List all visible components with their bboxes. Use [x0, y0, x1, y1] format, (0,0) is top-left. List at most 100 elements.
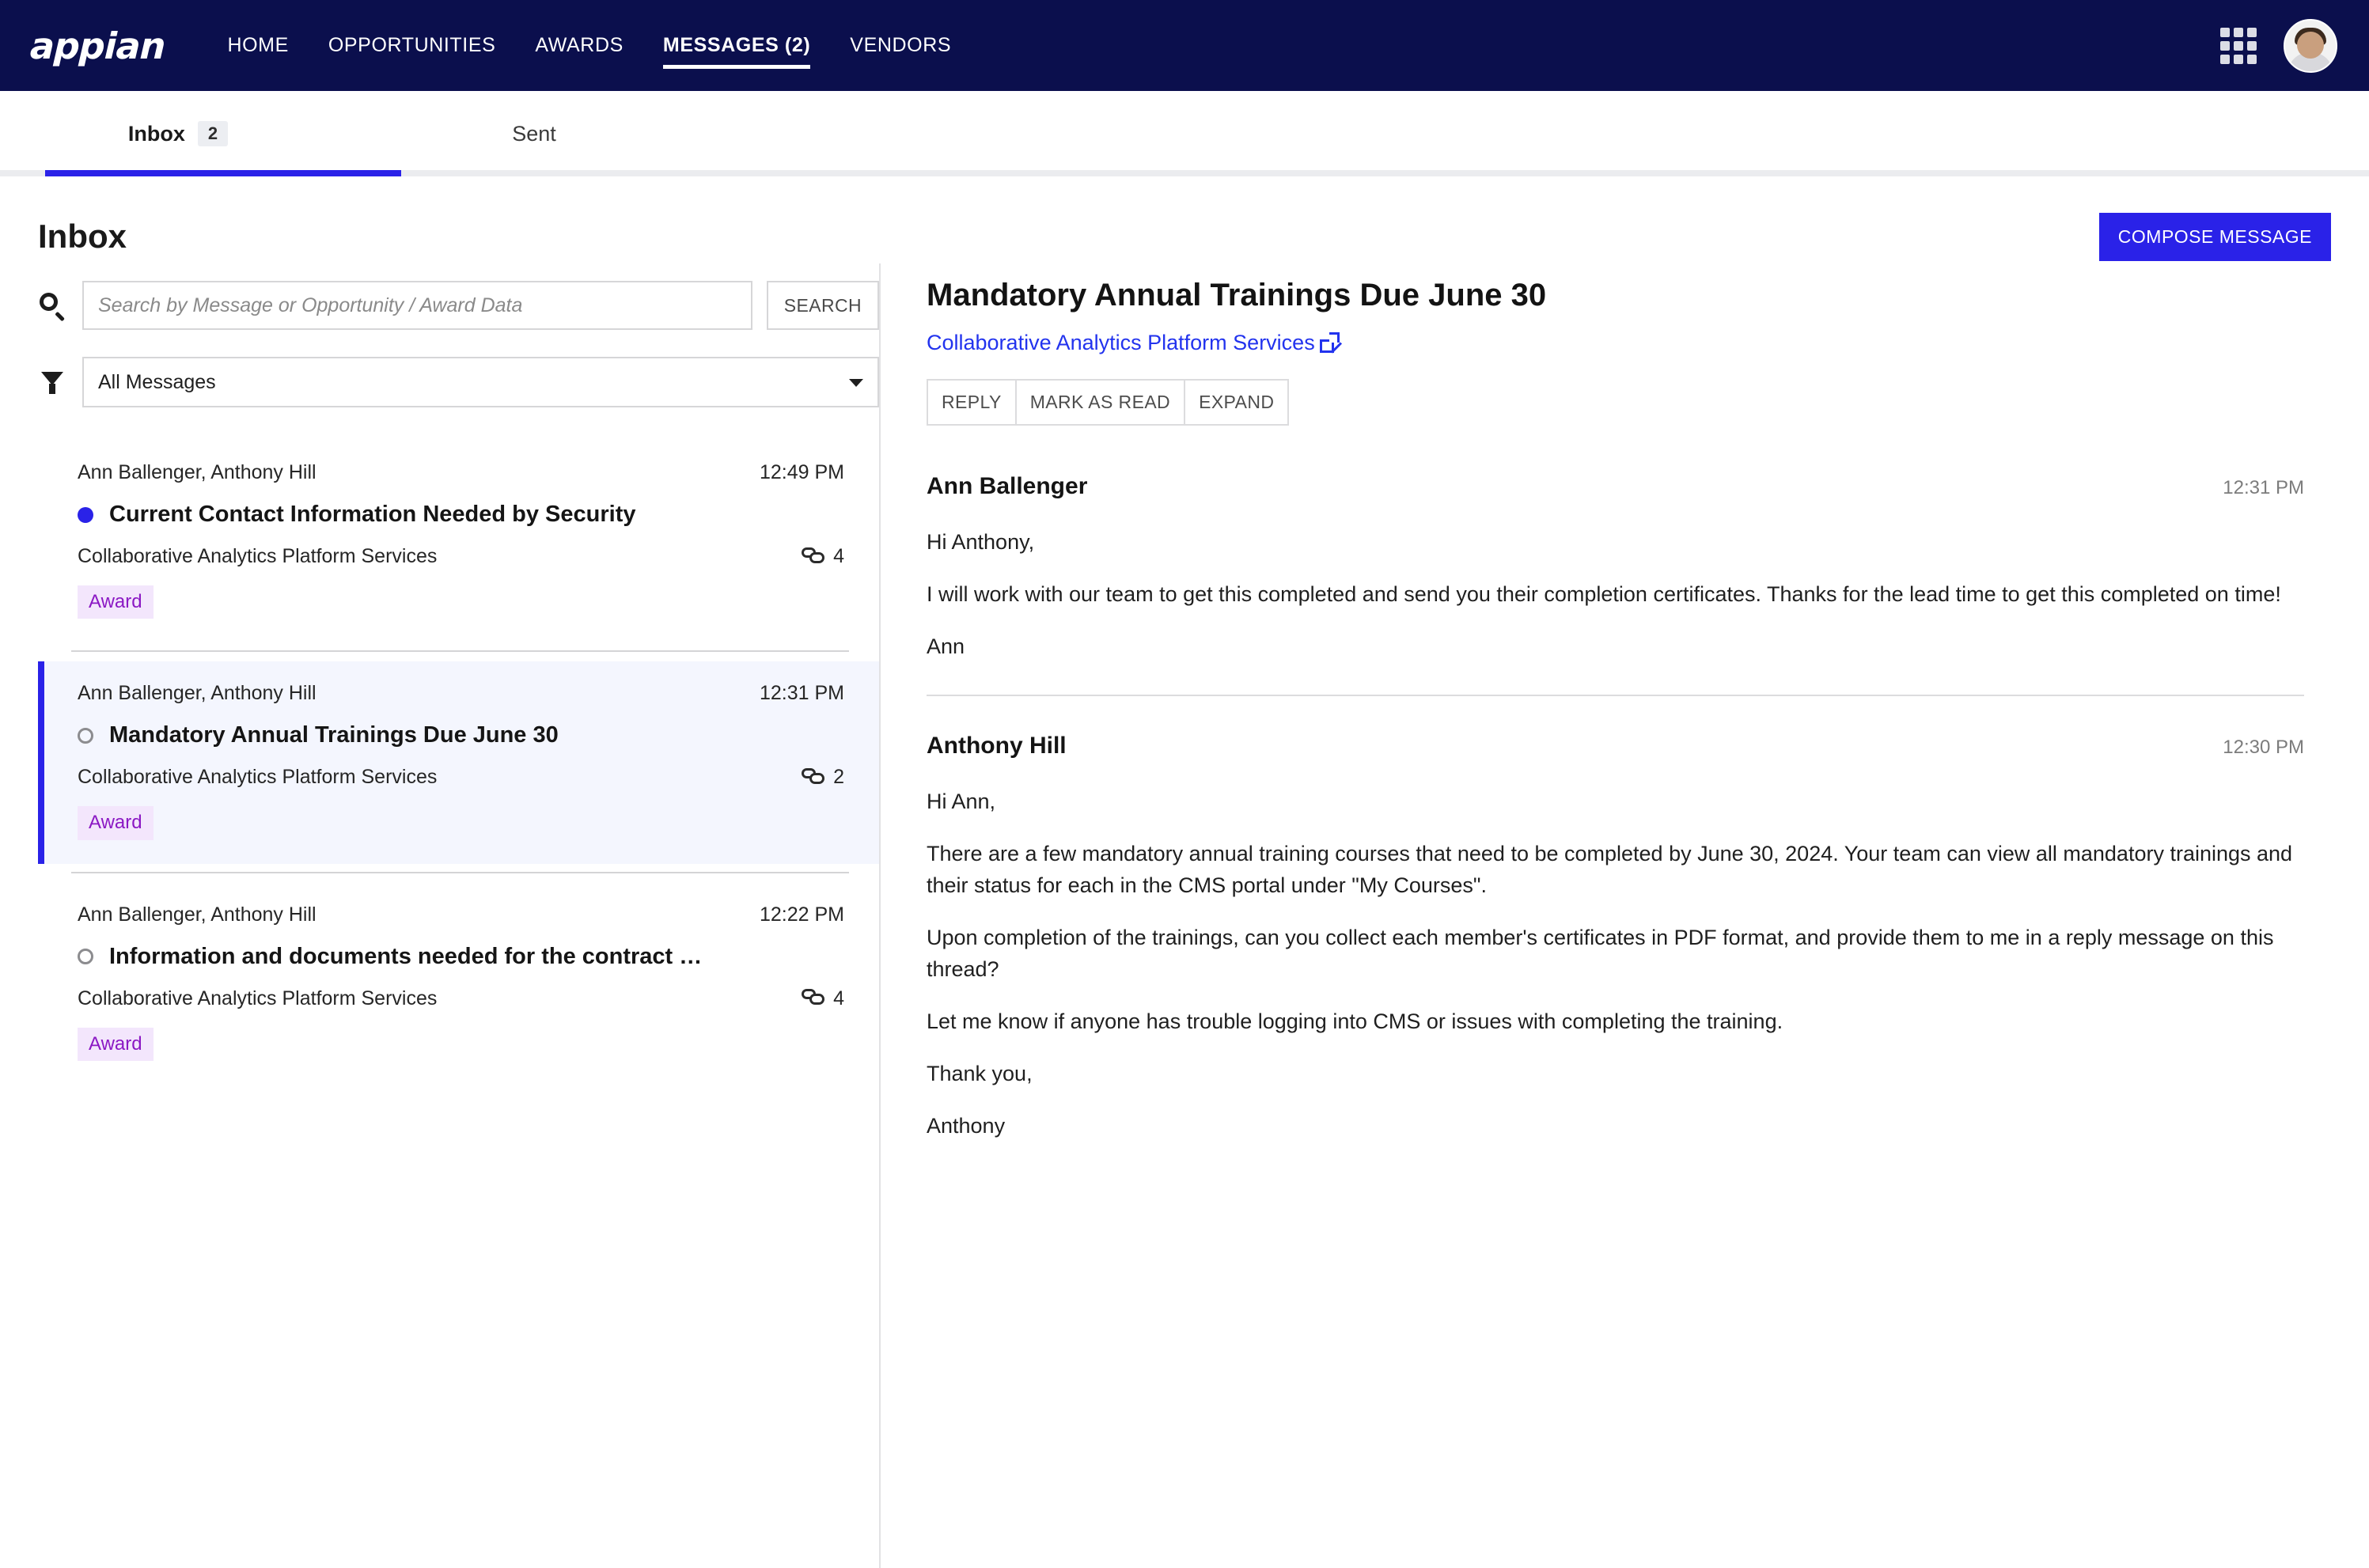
message-meta: Collaborative Analytics Platform Service… [78, 987, 855, 1010]
reply-count-value: 2 [833, 766, 844, 789]
message-type-tag: Award [78, 806, 154, 840]
page-header: Inbox COMPOSE MESSAGE [0, 176, 2369, 263]
thread-title: Mandatory Annual Trainings Due June 30 [927, 278, 1547, 312]
tab-underline-active [45, 170, 401, 176]
message-reply-count: 2 [802, 766, 855, 789]
thread-message-head: Anthony Hill 12:30 PM [927, 733, 2304, 759]
message-type-tag: Award [78, 1027, 154, 1062]
filter-icon [38, 368, 66, 396]
search-icon [38, 291, 66, 322]
mark-as-read-button[interactable]: MARK AS READ [1014, 379, 1186, 426]
reply-button[interactable]: REPLY [927, 379, 1017, 426]
thread-message-time: 12:31 PM [2223, 477, 2304, 498]
message-subject: Information and documents needed for the… [109, 943, 703, 969]
thread-message-paragraph: Ann [927, 634, 965, 658]
avatar-face [2297, 31, 2324, 59]
comments-icon [802, 547, 825, 566]
read-dot-icon [78, 727, 93, 744]
list-divider [71, 871, 849, 873]
message-filter-select[interactable]: All Messages [82, 357, 879, 407]
search-row: SEARCH [38, 276, 879, 335]
thread-message: Anthony Hill 12:30 PM Hi Ann, There are … [927, 733, 2304, 1174]
thread-message-author: Anthony Hill [927, 732, 1067, 759]
message-participants: Ann Ballenger, Anthony Hill [78, 903, 316, 926]
comments-icon [802, 989, 825, 1008]
message-type-tag: Award [78, 585, 154, 619]
app-grid-icon[interactable] [2220, 27, 2257, 64]
message-participants: Ann Ballenger, Anthony Hill [78, 682, 316, 705]
message-reply-count: 4 [802, 987, 855, 1010]
message-subject-row: Current Contact Information Needed by Se… [78, 502, 855, 528]
message-list: Ann Ballenger, Anthony Hill 12:49 PM Cur… [38, 441, 879, 1085]
thread-message-paragraph: Hi Ann, [927, 789, 996, 813]
comments-icon [802, 767, 825, 787]
thread-divider [927, 694, 2304, 696]
thread-message-body: Hi Anthony, I will work with our team to… [927, 527, 2304, 663]
inbox-sent-tabbar: Inbox 2 Sent [0, 91, 2369, 176]
message-subject-row: Mandatory Annual Trainings Due June 30 [78, 722, 855, 748]
expand-button[interactable]: EXPAND [1184, 379, 1290, 426]
message-filter-select-wrap: All Messages [82, 357, 879, 407]
message-reply-count: 4 [802, 545, 855, 568]
thread-message-time: 12:30 PM [2223, 736, 2304, 758]
message-list-item[interactable]: Ann Ballenger, Anthony Hill 12:31 PM Man… [38, 661, 879, 864]
message-subject-row: Information and documents needed for the… [78, 944, 855, 970]
unread-dot-icon [78, 506, 93, 523]
tab-sent[interactable]: Sent [356, 91, 712, 176]
thread-opportunity-label: Collaborative Analytics Platform Service… [927, 331, 1315, 354]
nav-link-messages[interactable]: MESSAGES (2) [643, 0, 830, 91]
thread-message-body: Hi Ann, There are a few mandatory annual… [927, 786, 2304, 1142]
reply-count-value: 4 [833, 987, 844, 1009]
nav-link-opportunities[interactable]: OPPORTUNITIES [309, 0, 516, 91]
nav-link-awards[interactable]: AWARDS [515, 0, 642, 91]
message-time: 12:22 PM [759, 903, 844, 926]
search-input[interactable] [82, 281, 752, 330]
list-divider [71, 650, 849, 653]
message-subject: Current Contact Information Needed by Se… [109, 502, 636, 527]
message-item-top: Ann Ballenger, Anthony Hill 12:31 PM [78, 682, 855, 705]
thread-action-row: REPLY MARK AS READ EXPAND [927, 379, 2331, 426]
thread-message-head: Ann Ballenger 12:31 PM [927, 473, 2304, 500]
message-time: 12:49 PM [759, 461, 844, 483]
tab-inbox-badge: 2 [197, 121, 229, 146]
message-item-top: Ann Ballenger, Anthony Hill 12:22 PM [78, 903, 855, 926]
tab-underline [0, 170, 2369, 176]
tab-inbox-label: Inbox [127, 121, 185, 146]
filter-row: All Messages [38, 357, 879, 407]
message-list-pane: SEARCH All Messages Ann Ballenger, Antho… [0, 263, 881, 1568]
search-button[interactable]: SEARCH [766, 281, 879, 330]
message-item-top: Ann Ballenger, Anthony Hill 12:49 PM [78, 461, 855, 484]
thread-message-paragraph: Hi Anthony, [927, 530, 1035, 554]
message-participants: Ann Ballenger, Anthony Hill [78, 461, 316, 483]
message-detail-pane: Mandatory Annual Trainings Due June 30 C… [881, 263, 2331, 1568]
user-avatar[interactable] [2284, 18, 2337, 73]
external-link-icon [1319, 331, 1340, 353]
top-navigation-bar: appian HOME OPPORTUNITIES AWARDS MESSAGE… [0, 0, 2369, 91]
thread-messages: Ann Ballenger 12:31 PM Hi Anthony, I wil… [927, 473, 2331, 1173]
reply-count-value: 4 [833, 545, 844, 567]
message-subject: Mandatory Annual Trainings Due June 30 [109, 722, 559, 748]
read-dot-icon [78, 949, 93, 965]
thread-message-paragraph: There are a few mandatory annual trainin… [927, 841, 2293, 897]
thread-message-paragraph: Thank you, [927, 1061, 1033, 1085]
message-opportunity: Collaborative Analytics Platform Service… [78, 987, 438, 1009]
main-split: SEARCH All Messages Ann Ballenger, Antho… [0, 263, 2369, 1568]
thread-opportunity-link[interactable]: Collaborative Analytics Platform Service… [927, 331, 1340, 355]
nav-right-cluster [2220, 18, 2337, 73]
thread-message-paragraph: Let me know if anyone has trouble loggin… [927, 1009, 1783, 1033]
message-list-item[interactable]: Ann Ballenger, Anthony Hill 12:22 PM Inf… [38, 883, 879, 1085]
message-opportunity: Collaborative Analytics Platform Service… [78, 545, 438, 567]
nav-link-vendors[interactable]: VENDORS [830, 0, 971, 91]
primary-nav: HOME OPPORTUNITIES AWARDS MESSAGES (2) V… [207, 0, 971, 91]
nav-link-home[interactable]: HOME [207, 0, 308, 91]
message-time: 12:31 PM [759, 682, 844, 705]
thread-message-author: Ann Ballenger [927, 473, 1088, 499]
message-opportunity: Collaborative Analytics Platform Service… [78, 766, 438, 789]
tab-inbox[interactable]: Inbox 2 [0, 91, 356, 176]
thread-message-paragraph: Anthony [927, 1113, 1006, 1138]
compose-message-button[interactable]: COMPOSE MESSAGE [2098, 212, 2331, 261]
appian-logo[interactable]: appian [29, 25, 165, 67]
thread-message-paragraph: Upon completion of the trainings, can yo… [927, 925, 2274, 981]
message-meta: Collaborative Analytics Platform Service… [78, 545, 855, 568]
message-list-item[interactable]: Ann Ballenger, Anthony Hill 12:49 PM Cur… [38, 441, 879, 642]
